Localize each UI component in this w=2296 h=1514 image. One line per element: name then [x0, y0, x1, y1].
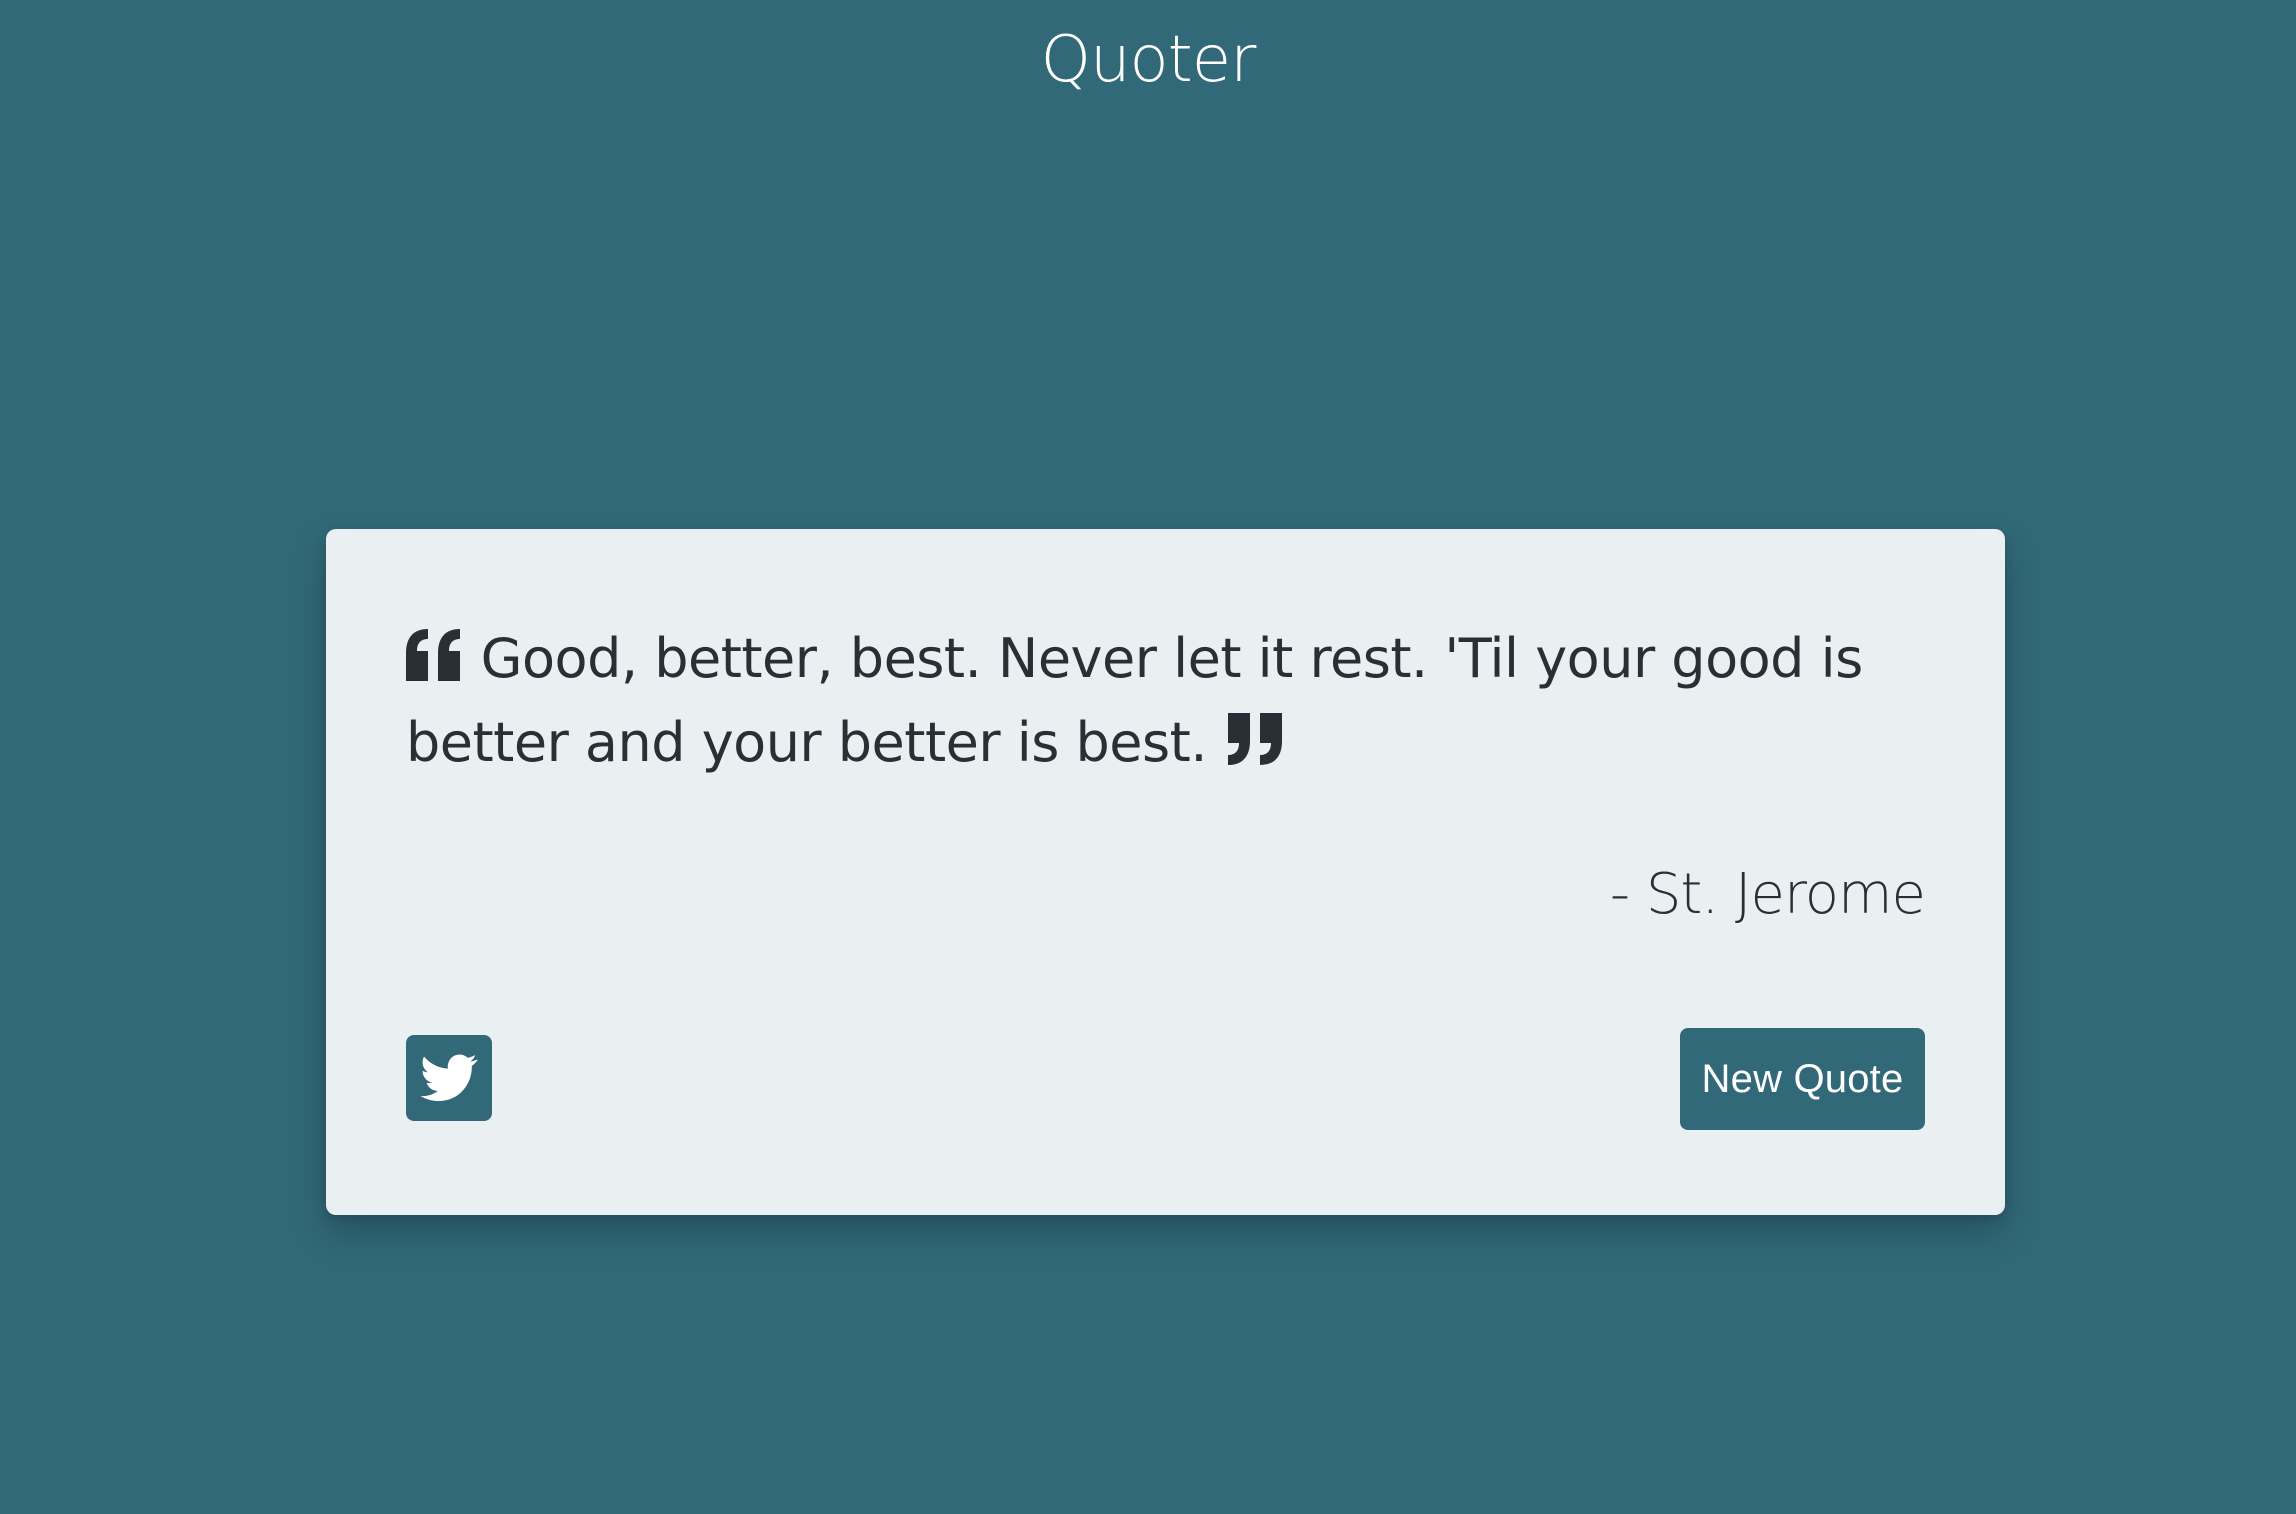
- app-title: Quoter: [1040, 23, 1257, 97]
- quote-right-icon: [1224, 713, 1282, 765]
- new-quote-button[interactable]: New Quote: [1680, 1028, 1925, 1130]
- quote-left-icon: [406, 629, 464, 681]
- quote-author: - St. Jerome: [1609, 862, 1926, 927]
- twitter-icon: [420, 1054, 478, 1102]
- tweet-button[interactable]: [406, 1035, 492, 1121]
- quote-text-block: Good, better, best. Never let it rest. '…: [406, 617, 1866, 785]
- quote-text: Good, better, best. Never let it rest. '…: [406, 627, 1863, 774]
- quote-card: Good, better, best. Never let it rest. '…: [326, 529, 2005, 1215]
